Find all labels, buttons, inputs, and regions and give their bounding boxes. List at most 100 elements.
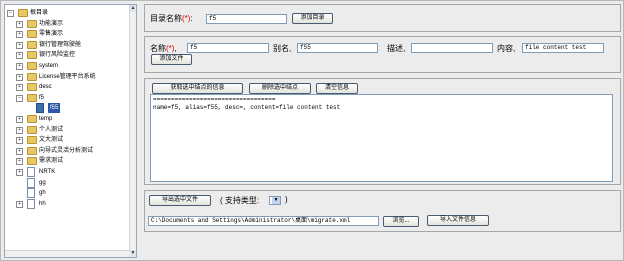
- tree-item[interactable]: + desc: [5, 82, 129, 92]
- tree-item[interactable]: gg: [5, 177, 129, 188]
- tree-item-label: 功能演示: [39, 20, 64, 27]
- folder-icon: [27, 30, 37, 39]
- folder-icon: [27, 19, 37, 28]
- scroll-down-icon[interactable]: ▼: [130, 250, 136, 257]
- expand-icon[interactable]: +: [16, 84, 23, 92]
- folder-icon: [27, 83, 37, 92]
- scroll-up-icon[interactable]: ▲: [130, 5, 136, 12]
- add-directory-button[interactable]: 添加目录: [292, 13, 333, 24]
- tree-item[interactable]: + hh: [5, 198, 129, 209]
- tree-item-label: NRTK: [39, 169, 56, 175]
- tree-item[interactable]: − f5: [5, 93, 129, 103]
- clear-info-button[interactable]: 清空信息: [316, 83, 358, 94]
- folder-icon: [27, 40, 37, 49]
- tree-item-label: 向导式灵活分析测试: [39, 147, 94, 154]
- file-type-select[interactable]: ▼: [269, 196, 281, 205]
- expand-icon[interactable]: +: [16, 158, 23, 166]
- tree-item-label: 银行管理驾驶舱: [39, 41, 82, 48]
- content-label: 内容,: [497, 44, 516, 53]
- file-icon: [27, 167, 35, 177]
- output-line-separator: ==================================: [153, 96, 276, 103]
- folder-icon: [27, 51, 37, 60]
- alias-label: 别名,: [273, 44, 292, 53]
- expand-icon[interactable]: +: [16, 200, 23, 208]
- add-file-button[interactable]: 添加文件: [151, 54, 192, 65]
- dir-name-label: 目录名称(*):: [150, 14, 193, 23]
- dir-name-input[interactable]: f5: [206, 14, 287, 24]
- tree-item[interactable]: + NRTK: [5, 167, 129, 177]
- tree-item[interactable]: + 银行管理驾驶舱: [5, 40, 129, 50]
- tree-item[interactable]: + 银行风险监控: [5, 50, 129, 60]
- tree-item-label: gg: [39, 179, 46, 186]
- content-input[interactable]: file content test: [522, 43, 604, 53]
- tree-item[interactable]: + License管理平台系统: [5, 72, 129, 82]
- file-name-label: 名称(*),: [150, 44, 177, 53]
- output-line-info: name=f5, alias=f55, desc=, content=file …: [153, 104, 341, 111]
- expand-icon[interactable]: +: [16, 31, 23, 39]
- folder-icon: [27, 146, 37, 155]
- tree-item[interactable]: + 功能演示: [5, 19, 129, 29]
- export-selected-file-button[interactable]: 导出选中文件: [149, 195, 211, 206]
- tree-item[interactable]: f55: [5, 103, 129, 114]
- tree-item-label: 文大测试: [39, 137, 64, 144]
- tree-item[interactable]: + 零售演示: [5, 29, 129, 39]
- tree-item[interactable]: + 需求测试: [5, 156, 129, 166]
- delete-selected-node-button[interactable]: 删除选中结点: [249, 83, 311, 94]
- chevron-down-icon[interactable]: ▼: [272, 197, 280, 204]
- description-label: 描述,: [387, 44, 406, 53]
- import-path-input[interactable]: C:\Documents and Settings\Administrator\…: [148, 216, 379, 226]
- support-type-close: ): [285, 195, 288, 204]
- expand-icon[interactable]: +: [16, 169, 23, 176]
- tree-item-label: 根目录: [30, 10, 49, 16]
- expand-icon[interactable]: +: [16, 147, 23, 155]
- alias-input[interactable]: f55: [297, 43, 378, 53]
- folder-icon: [27, 157, 37, 166]
- expand-icon[interactable]: +: [16, 126, 23, 134]
- tree-item[interactable]: + temp: [5, 114, 129, 124]
- tree-horizontal-scrollbar[interactable]: [5, 250, 130, 257]
- expand-icon[interactable]: +: [16, 137, 23, 145]
- info-output-textarea[interactable]: ================================== name=…: [150, 94, 613, 182]
- description-input[interactable]: [411, 43, 493, 53]
- tree-item[interactable]: + 个人测试: [5, 125, 129, 135]
- folder-icon: [18, 9, 28, 17]
- get-selected-node-info-button[interactable]: 获取选中结点的信息: [152, 83, 243, 94]
- collapse-icon[interactable]: −: [7, 10, 14, 17]
- folder-icon: [27, 115, 37, 123]
- file-form-panel: 名称(*), f5 别名, f55 描述, 内容, file content t…: [144, 36, 621, 73]
- tree-item-label: 银行风险监控: [39, 52, 76, 59]
- file-icon: [27, 188, 35, 199]
- tree-item[interactable]: + system: [5, 61, 129, 71]
- expand-icon[interactable]: +: [16, 52, 23, 60]
- tree-vertical-scrollbar[interactable]: ▲ ▼: [129, 5, 136, 257]
- export-import-panel: 导出选中文件 ( 支持类型: ▼ ) C:\Documents and Sett…: [144, 190, 621, 232]
- tree-item-label: system: [39, 63, 59, 69]
- expand-icon[interactable]: +: [16, 41, 23, 49]
- folder-icon: [27, 125, 37, 134]
- tree-item-label: 需求测试: [39, 158, 64, 165]
- tree-item-label: 零售演示: [39, 31, 64, 38]
- tree-item-label: desc: [39, 84, 52, 91]
- file-icon: [27, 198, 35, 209]
- tree-item-label: gh: [39, 190, 46, 197]
- tree-item-label: temp: [39, 116, 53, 122]
- tree-item[interactable]: − 根目录: [5, 8, 129, 18]
- folder-icon: [27, 62, 37, 70]
- folder-icon: [27, 72, 37, 81]
- file-icon: [27, 177, 35, 188]
- expand-icon[interactable]: +: [16, 63, 23, 70]
- browse-button[interactable]: 浏览...: [383, 216, 419, 227]
- file-name-input[interactable]: f5: [187, 43, 269, 53]
- expand-icon[interactable]: +: [16, 116, 23, 123]
- expand-icon[interactable]: +: [16, 20, 23, 28]
- import-file-info-button[interactable]: 导入文件信息: [427, 215, 489, 226]
- app-frame: ▲ ▼ − 根目录 + 功能演示 + 零售演示 + 银行管理驾驶舱 + 银行风险监控 + system…: [0, 0, 624, 261]
- tree-item[interactable]: gh: [5, 188, 129, 199]
- expand-icon[interactable]: +: [16, 73, 23, 81]
- directory-tree: ▲ ▼ − 根目录 + 功能演示 + 零售演示 + 银行管理驾驶舱 + 银行风险监控 + system…: [4, 4, 137, 258]
- collapse-icon[interactable]: −: [16, 94, 23, 102]
- file-icon: [36, 103, 44, 114]
- tree-item[interactable]: + 向导式灵活分析测试: [5, 146, 129, 156]
- tree-item-label: f5: [39, 94, 45, 101]
- tree-item[interactable]: + 文大测试: [5, 135, 129, 145]
